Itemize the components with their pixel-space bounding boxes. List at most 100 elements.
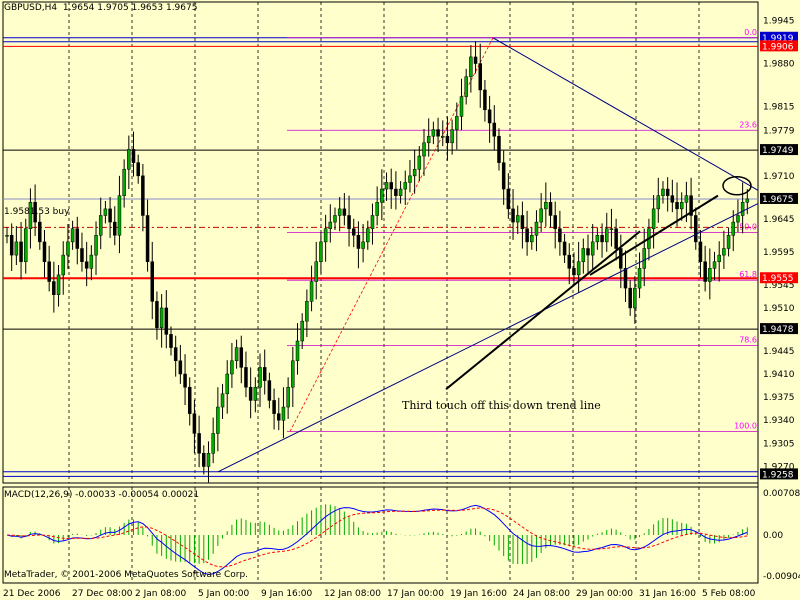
bull-candle-body <box>361 241 365 249</box>
fib-level-label: 61.8 <box>739 270 757 279</box>
candle <box>412 149 417 194</box>
bear-candle-body <box>487 109 492 124</box>
bull-candle-body <box>740 202 745 216</box>
macd-axis-label: -0.00904 <box>763 572 800 582</box>
bear-candle-body <box>511 208 515 223</box>
bull-candle-body <box>534 221 539 236</box>
fib-level-label: 0.0 <box>744 28 757 37</box>
bear-candle-body <box>169 334 173 348</box>
candle <box>113 206 117 246</box>
bear-candle-body <box>614 228 618 249</box>
candle <box>384 172 389 201</box>
price-chart[interactable]: 0.0 23.6 50.0 61.8 78.6 100.0 1.9945 1.9880 1.98… <box>0 0 800 600</box>
bear-candle-body <box>262 367 267 381</box>
price-axis-label: 1.9340 <box>763 416 795 426</box>
order-label[interactable]: 1.9581.53 buy <box>4 207 69 217</box>
bull-candle-body <box>14 241 19 256</box>
candle <box>38 214 42 250</box>
candle <box>328 204 333 243</box>
candle <box>9 223 14 271</box>
candle <box>155 291 159 340</box>
bear-candle-body <box>52 281 56 295</box>
bull-candle-body <box>225 373 229 395</box>
main-panel-frame <box>2 1 759 484</box>
candle <box>506 173 511 219</box>
candle <box>689 177 693 230</box>
bull-candle-body <box>581 248 586 262</box>
bull-candle-body <box>319 241 323 262</box>
price-tag: 1.9675 <box>762 195 794 205</box>
candle <box>272 388 276 430</box>
candle <box>47 245 51 292</box>
bear-candle-body <box>501 162 506 190</box>
bull-candle-body <box>66 241 70 256</box>
candle <box>586 234 590 275</box>
bull-candle-body <box>103 208 108 216</box>
bull-candle-body <box>412 168 417 177</box>
candle <box>628 280 632 316</box>
time-axis-label: 17 Jan 00:00 <box>387 589 444 599</box>
time-axis-label: 5 Feb 08:00 <box>702 589 756 599</box>
candle <box>544 182 548 227</box>
candle <box>431 121 436 145</box>
candle <box>14 226 19 266</box>
bear-candle-body <box>342 208 347 216</box>
candle <box>253 377 258 413</box>
time-axis-label: 29 Jan 00:00 <box>576 589 633 599</box>
bear-candle-body <box>548 202 553 216</box>
bull-candle-body <box>314 261 318 282</box>
bull-candle-body <box>309 281 314 302</box>
down-trendline <box>492 37 759 191</box>
bull-candle-body <box>220 393 225 408</box>
touch-circle <box>722 175 752 196</box>
bull-candle-body <box>70 228 75 243</box>
bull-candle-body <box>422 142 426 157</box>
bull-candle-body <box>731 221 736 236</box>
candle <box>530 227 534 250</box>
bull-candle-body <box>98 215 103 236</box>
bull-candle-body <box>736 215 740 223</box>
chart-window[interactable]: { "header": { "symbol_tf": "GBPUSD,H4", … <box>0 0 800 600</box>
candle <box>187 377 192 426</box>
bear-candle-body <box>567 254 572 269</box>
bear-candle-body <box>665 188 670 196</box>
bear-candle-body <box>445 135 450 144</box>
candle <box>94 221 98 275</box>
candle <box>623 250 628 303</box>
bear-candle-body <box>623 268 628 289</box>
bull-candle-body <box>441 135 445 138</box>
bull-candle-body <box>291 360 295 388</box>
candle <box>351 218 356 248</box>
candle <box>651 194 656 249</box>
bull-candle-body <box>127 149 131 170</box>
candle <box>333 207 337 231</box>
candle <box>319 231 323 274</box>
candle <box>309 265 314 312</box>
copyright-text: MetaTrader, © 2001-2006 MetaQuotes Softw… <box>4 570 249 580</box>
candle <box>225 360 229 414</box>
bear-candle-body <box>187 386 192 414</box>
time-axis-label: 31 Jan 16:00 <box>639 589 696 599</box>
candle <box>726 227 731 257</box>
bull-candle-body <box>337 208 342 216</box>
bull-candle-body <box>637 268 642 289</box>
bear-candle-body <box>558 228 562 243</box>
candle <box>548 192 553 228</box>
macd-panel-frame <box>2 486 759 584</box>
candle <box>117 175 122 254</box>
bear-candle-body <box>164 307 169 335</box>
bull-candle-body <box>23 228 28 262</box>
candle <box>534 210 539 252</box>
bull-candle-body <box>380 188 384 203</box>
bear-candle-body <box>75 228 80 249</box>
bear-candle-body <box>178 360 183 375</box>
candle <box>600 223 604 258</box>
bear-candle-body <box>351 228 356 236</box>
candle <box>103 200 108 224</box>
bull-candle-body <box>286 386 290 408</box>
price-axis-label: 1.9880 <box>763 60 795 70</box>
candle <box>356 221 361 269</box>
bull-candle-body <box>726 235 731 249</box>
candle <box>136 154 140 184</box>
candle <box>98 197 103 250</box>
